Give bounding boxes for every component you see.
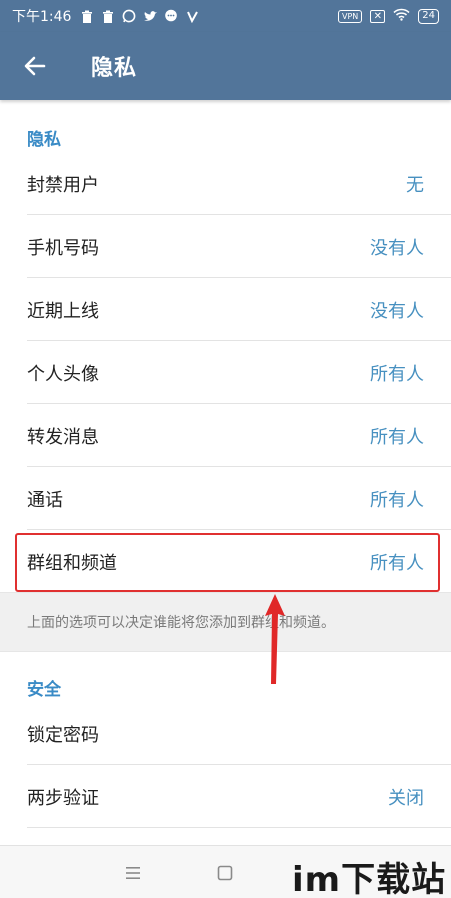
v-icon [184,8,200,24]
app-bar: 隐私 [0,32,451,100]
whatsapp-icon [121,8,137,24]
arrow-left-icon [24,56,46,76]
row-two-step-verification[interactable]: 两步验证 关闭 [0,765,451,828]
row-value: 无 [406,174,424,196]
home-icon[interactable] [214,862,236,884]
notification-icons [79,8,200,24]
row-passcode-lock[interactable]: 锁定密码 [0,702,451,765]
divider [27,827,451,828]
row-calls[interactable]: 通话 所有人 [0,467,451,530]
row-value: 所有人 [370,552,424,574]
row-value: 关闭 [388,787,424,809]
status-time: 下午1:46 [12,9,72,25]
row-label: 通话 [27,489,63,511]
row-label: 手机号码 [27,237,99,259]
row-label: 群组和频道 [27,552,117,574]
row-profile-photo[interactable]: 个人头像 所有人 [0,341,451,404]
wifi-icon [393,8,410,25]
no-sim-icon: ✕ [370,9,386,23]
vpn-badge: VPN [337,9,363,23]
status-bar: 下午1:46 VPN ✕ 24 [0,0,451,32]
back-button[interactable] [17,48,53,84]
row-value: 没有人 [370,237,424,259]
row-label: 锁定密码 [27,724,99,746]
message-icon [163,8,179,24]
page-title: 隐私 [91,56,138,81]
trash-icon [79,8,95,24]
row-label: 个人头像 [27,363,99,385]
menu-icon[interactable] [122,862,144,884]
row-forwarded-messages[interactable]: 转发消息 所有人 [0,404,451,467]
navigation-bar [0,845,451,898]
groups-note: 上面的选项可以决定谁能将您添加到群组和频道。 [0,592,451,652]
section-header-security: 安全 [27,680,61,700]
row-value: 没有人 [370,300,424,322]
row-label: 封禁用户 [27,174,99,196]
row-blocked-users[interactable]: 封禁用户 无 [0,152,451,215]
trash-icon [100,8,116,24]
row-value: 所有人 [370,489,424,511]
row-label: 转发消息 [27,426,99,448]
row-phone-number[interactable]: 手机号码 没有人 [0,215,451,278]
section-header-privacy: 隐私 [27,130,61,150]
row-groups-and-channels[interactable]: 群组和频道 所有人 [0,530,451,593]
battery-indicator: 24 [418,8,439,24]
row-value: 所有人 [370,363,424,385]
row-value: 所有人 [370,426,424,448]
row-label: 近期上线 [27,300,99,322]
row-last-seen[interactable]: 近期上线 没有人 [0,278,451,341]
row-label: 两步验证 [27,787,99,809]
twitter-icon [142,8,158,24]
